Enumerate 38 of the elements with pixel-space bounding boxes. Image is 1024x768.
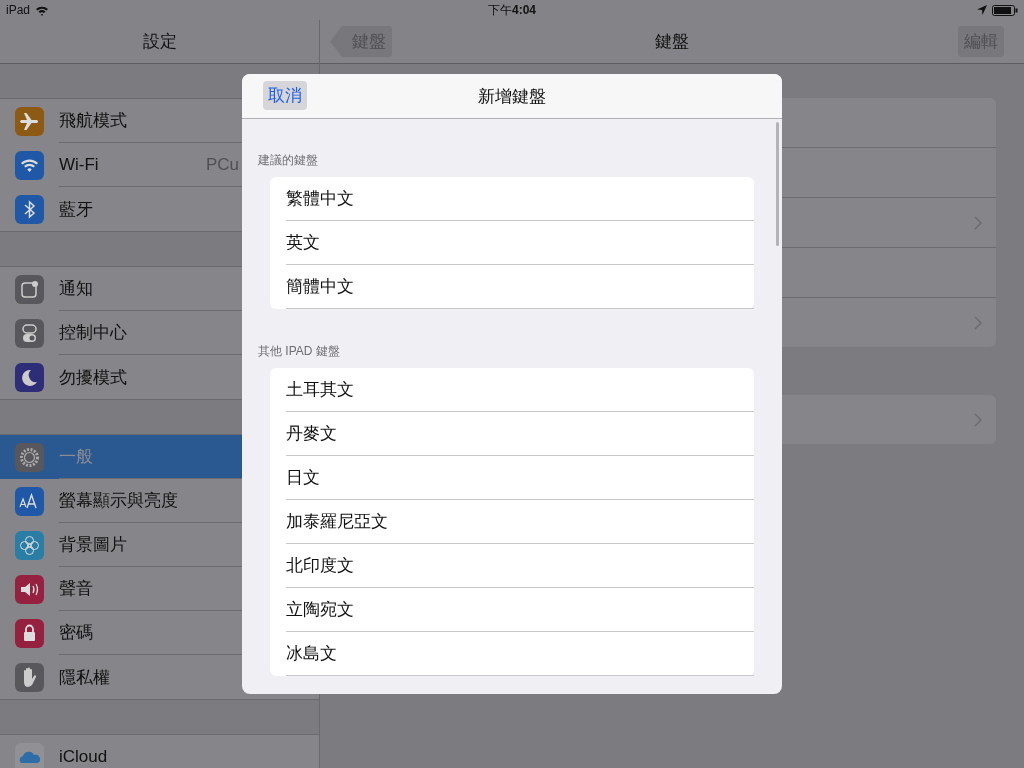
keyboard-item[interactable]: 繁體中文	[286, 177, 754, 221]
settings-label: 密碼	[59, 622, 93, 644]
battery-icon	[992, 4, 1018, 16]
settings-label: Wi-Fi	[59, 154, 99, 175]
keyboard-item[interactable]: 簡體中文	[286, 265, 754, 309]
sidebar-title: 設定	[142, 31, 177, 53]
settings-label: 控制中心	[59, 322, 127, 344]
chevron-icon	[974, 412, 982, 427]
settings-label: 聲音	[59, 578, 93, 600]
settings-label: 藍牙	[59, 198, 93, 221]
settings-item[interactable]: iCloud	[0, 735, 319, 768]
keyboard-item[interactable]: 立陶宛文	[286, 588, 754, 632]
settings-label: 勿擾模式	[59, 366, 127, 389]
keyboard-item[interactable]: 英文	[286, 221, 754, 265]
settings-label: 背景圖片	[59, 534, 127, 556]
settings-label: 一般	[59, 446, 93, 468]
settings-label: 通知	[59, 278, 93, 300]
settings-label: 隱私權	[59, 666, 110, 689]
settings-label: iCloud	[59, 747, 108, 767]
section-header: 其他 IPAD 鍵盤	[258, 343, 341, 360]
clock: 下午4:04	[488, 1, 536, 19]
dialog-title: 新增鍵盤	[478, 85, 546, 108]
cancel-button[interactable]: 取消	[263, 81, 307, 110]
keyboard-item[interactable]: 丹麥文	[286, 412, 754, 456]
keyboard-item[interactable]: 土耳其文	[286, 368, 754, 412]
device-name: iPad	[6, 3, 31, 17]
chevron-icon	[974, 215, 982, 230]
keyboard-item[interactable]: 日文	[286, 456, 754, 500]
location-arrow-icon	[977, 5, 987, 15]
keyboard-item[interactable]: 北印度文	[286, 544, 754, 588]
chevron-icon	[974, 315, 982, 330]
settings-label: 飛航模式	[59, 110, 127, 132]
keyboard-item[interactable]: 冰島文	[286, 632, 754, 676]
section-header: 建議的鍵盤	[258, 152, 319, 169]
detail-title: 鍵盤	[655, 31, 689, 53]
keyboard-item[interactable]: 加泰羅尼亞文	[286, 500, 754, 544]
settings-label: 螢幕顯示與亮度	[59, 490, 178, 512]
wifi-icon	[35, 4, 50, 16]
